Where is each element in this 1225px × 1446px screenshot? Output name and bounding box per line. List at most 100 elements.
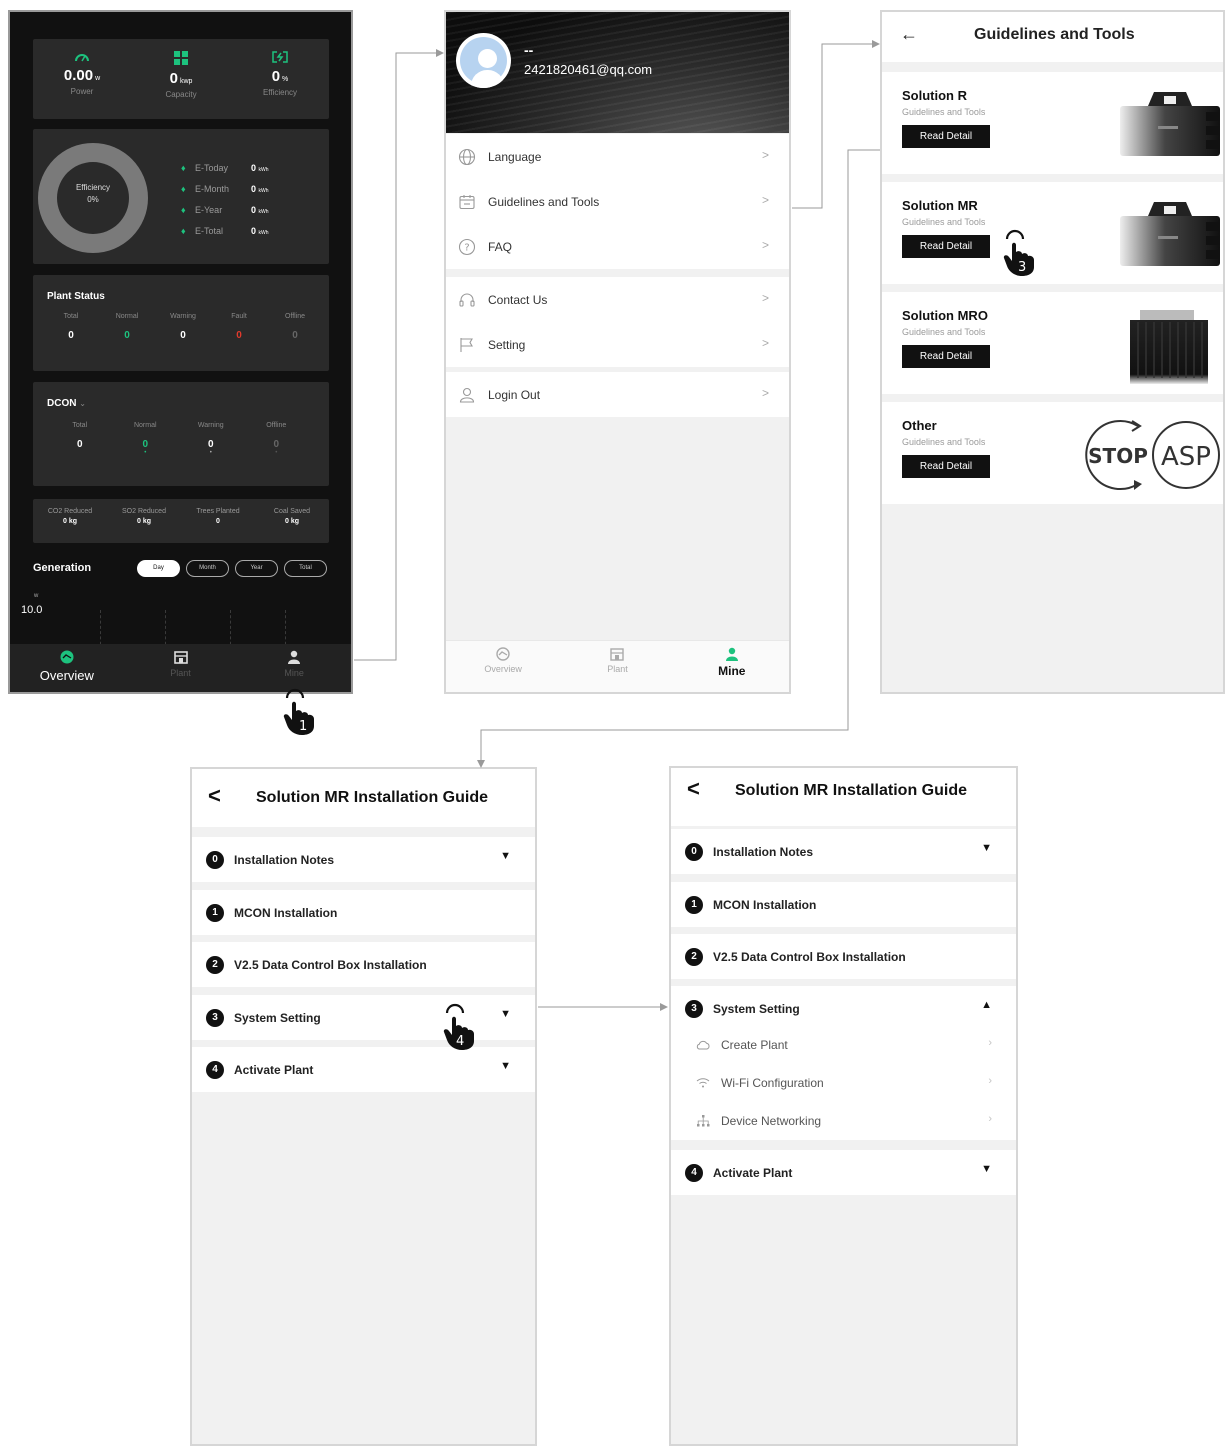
solution-card: Solution MRO Guidelines and Tools Read D… [882,292,1223,394]
menu-item-guidelines[interactable]: Guidelines and Tools > [446,179,789,224]
avatar[interactable] [456,33,511,88]
status-label: Fault [231,313,247,320]
dcon-card[interactable]: DCON ⌄ Total 0 Normal 0 • Warning 0 • Offline… [33,382,329,486]
dcon-label: Offline [266,422,287,429]
tab-mine-label: Mine [284,668,304,678]
read-detail-button[interactable]: Read Detail [902,455,990,478]
tab-mine[interactable]: Mine [237,644,351,692]
capacity-unit: kwp [179,78,193,85]
caret-up-icon[interactable]: ▲ [981,999,992,1011]
tab-total[interactable]: Total [284,560,327,577]
energy-unit: kWh [258,229,269,236]
caret-down-icon[interactable]: ▼ [500,1060,511,1072]
tab-day[interactable]: Day [137,560,180,577]
energy-dot-icon: ♦ [181,204,186,215]
plant-icon [173,651,188,664]
back-chevron-icon[interactable]: < [208,783,221,809]
step-number-badge: 0 [206,850,224,869]
tab-bar: Overview Plant Mine [446,640,789,692]
status-value: 0 [180,330,186,341]
energy-dot-icon: ♦ [181,183,186,194]
reduction-card: CO2 Reduced 0 kg SO2 Reduced 0 kg Trees Pl… [33,499,329,543]
guide-item-label: V2.5 Data Control Box Installation [713,949,906,964]
calendar-icon [459,194,475,209]
tab-mine[interactable]: Mine [675,641,789,692]
caret-down-icon[interactable]: ▼ [500,1008,511,1020]
back-arrow-icon[interactable]: ← [900,24,918,45]
grid-icon [174,51,188,65]
guide-item-label: Activate Plant [234,1062,314,1077]
guide-item-data-box[interactable]: 2 V2.5 Data Control Box Installation [671,934,1016,979]
step-number-badge: 2 [206,955,224,974]
energy-list: ♦ E-Today 0 kWh ♦ E-Month 0 kWh ♦ E-Year 0 kWh… [181,157,269,241]
guide-item-activate-plant[interactable]: 4 Activate Plant ▼ [192,1047,535,1092]
step-number-badge: 4 [206,1060,224,1079]
guide-item-mcon[interactable]: 1 MCON Installation [671,882,1016,927]
dcon-title-text: DCON [47,398,77,409]
status-label: Normal [115,313,139,320]
menu-item-contact[interactable]: Contact Us > [446,277,789,322]
dcon-value: 0 [76,439,83,450]
plant-status-cols: Total 0 Normal 0 Warning 0 Fault 0 Offline 0 [47,313,319,341]
dot-icon: • [144,450,147,456]
menu-item-label: Guidelines and Tools [488,194,600,209]
tab-overview[interactable]: Overview [10,644,124,692]
flow-arrow [354,52,438,661]
guide-item-installation-notes[interactable]: 0 Installation Notes ▼ [671,829,1016,874]
menu-item-label: Login Out [488,387,541,402]
top-bar: ← Guidelines and Tools [882,12,1223,62]
status-value: 0 [236,330,242,341]
tap-marker-step-3: 3 [1003,229,1034,276]
guide-item-mcon[interactable]: 1 MCON Installation [192,890,535,935]
plant-status-card[interactable]: Plant Status Total 0 Normal 0 Warning 0 Fau… [33,275,329,371]
tab-overview[interactable]: Overview [446,641,560,692]
energy-value: 0 [251,225,257,236]
menu-item-label: Setting [488,337,526,352]
read-detail-button[interactable]: Read Detail [902,345,990,368]
menu-item-faq[interactable]: ? FAQ > [446,224,789,269]
guide-item-installation-notes[interactable]: 0 Installation Notes ▼ [192,837,535,882]
tab-plant[interactable]: Plant [560,641,674,692]
read-detail-button[interactable]: Read Detail [902,125,990,148]
dcon-title[interactable]: DCON ⌄ [47,398,86,409]
solution-card: Other Guidelines and Tools Read Detail S… [882,402,1223,504]
mine-screen: -- 2421820461@qq.com Language > Guidelin… [444,10,791,694]
tab-month[interactable]: Month [186,560,229,577]
menu-item-logout[interactable]: Login Out > [446,372,789,417]
page-title: Guidelines and Tools [974,26,1135,43]
caret-down-icon[interactable]: ▼ [500,850,511,862]
caret-down-icon[interactable]: ▼ [981,842,992,854]
user-icon [725,647,738,661]
donut-label: Efficiency [75,183,111,192]
menu-item-language[interactable]: Language > [446,134,789,179]
menu-item-setting[interactable]: Setting > [446,322,789,367]
generation-y-tick: 10.0 [21,604,43,616]
flag-icon [460,337,473,352]
energy-dot-icon: ♦ [181,162,186,173]
chevron-right-icon: > [761,291,769,305]
sub-item-wifi[interactable]: Wi-Fi Configuration › [671,1064,1016,1102]
menu-group: Contact Us > Setting > [446,277,789,367]
caret-down-icon[interactable]: ▼ [981,1163,992,1175]
overview-icon [60,650,74,664]
gauge-icon [75,54,89,62]
microinverter-image [1120,202,1220,266]
step-number: 3 [1018,260,1026,275]
guide-item-system-setting[interactable]: 3 System Setting ▲ [671,986,1016,1031]
question-icon: ? [458,238,476,255]
reduction-label: Coal Saved [273,508,311,515]
read-detail-button[interactable]: Read Detail [902,235,990,258]
guide-item-data-box[interactable]: 2 V2.5 Data Control Box Installation [192,942,535,987]
tab-plant[interactable]: Plant [124,644,238,692]
back-chevron-icon[interactable]: < [687,776,700,802]
sub-item-create-plant[interactable]: Create Plant › [671,1026,1016,1064]
status-value: 0 [68,330,74,341]
sub-item-device-networking[interactable]: Device Networking › [671,1102,1016,1140]
capacity-value: 0 [169,70,178,87]
tap-marker-step-4: 4 [443,1003,474,1050]
efficiency-donut: Efficiency 0% [38,143,148,253]
power-metric: 0.00 w Power [33,51,131,96]
guide-item-activate-plant[interactable]: 4 Activate Plant ▼ [671,1150,1016,1195]
solution-name: Solution R [902,88,967,103]
tab-year[interactable]: Year [235,560,278,577]
